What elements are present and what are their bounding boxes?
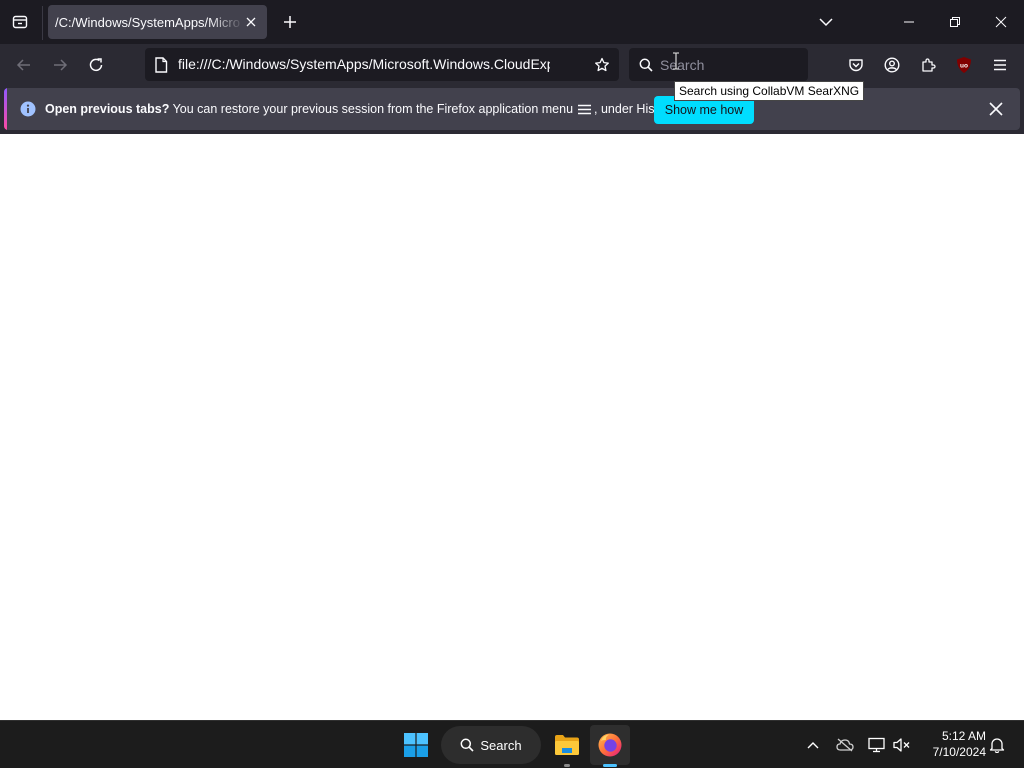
menu-icon: [994, 59, 1006, 71]
taskbar-firefox[interactable]: [590, 725, 630, 767]
windows-start-icon: [404, 733, 428, 757]
reload-icon: [89, 58, 103, 72]
notification-text: You can restore your previous session fr…: [169, 102, 574, 116]
tab-strip: /C:/Windows/SystemApps/Microsoft.Windows…: [0, 0, 1024, 44]
url-text[interactable]: file:///C:/Windows/SystemApps/Microsoft.…: [178, 56, 550, 72]
restore-window-button[interactable]: [932, 0, 978, 44]
extensions-icon: [922, 58, 936, 72]
onedrive-button[interactable]: [835, 735, 855, 755]
text-cursor-icon: [673, 52, 679, 70]
system-clock[interactable]: 5:12 AM 7/10/2024: [918, 728, 986, 760]
chevron-up-icon: [807, 742, 819, 749]
ublock-badge-text: uo: [960, 63, 968, 70]
search-tooltip: Search using CollabVM SearXNG: [674, 81, 865, 101]
close-icon: [989, 102, 1003, 116]
account-icon: [884, 57, 900, 73]
notification-bell-icon: [989, 738, 1005, 753]
file-explorer-icon: [555, 735, 579, 755]
cloud-offline-icon: [836, 738, 854, 752]
reload-button[interactable]: [83, 52, 109, 78]
navigation-toolbar: file:///C:/Windows/SystemApps/Microsoft.…: [0, 44, 1024, 86]
search-icon: [460, 738, 474, 752]
close-notification-button[interactable]: [986, 99, 1006, 119]
close-tab-button[interactable]: [243, 14, 259, 30]
firefox-active-indicator: [603, 764, 617, 767]
volume-button[interactable]: [892, 735, 912, 755]
bookmark-button[interactable]: [592, 55, 612, 75]
notification-accent-bar: [4, 88, 7, 130]
close-icon: [995, 16, 1007, 28]
clock-time: 5:12 AM: [941, 729, 986, 743]
restore-session-notification: Open previous tabs? You can restore your…: [4, 88, 1020, 130]
url-bar[interactable]: file:///C:/Windows/SystemApps/Microsoft.…: [145, 48, 619, 81]
back-button[interactable]: [11, 52, 37, 78]
page-icon: [155, 57, 168, 73]
notification-message: Open previous tabs? You can restore your…: [45, 102, 678, 116]
search-input[interactable]: Search: [660, 57, 704, 73]
taskbar-search-label: Search: [480, 737, 522, 753]
ublock-origin-button[interactable]: uo: [951, 52, 977, 78]
tabs-overflow-button[interactable]: [815, 12, 837, 32]
explorer-running-indicator: [564, 764, 570, 767]
pocket-button[interactable]: [843, 52, 869, 78]
minimize-window-button[interactable]: [886, 0, 932, 44]
search-icon: [639, 58, 653, 72]
forward-button[interactable]: [47, 52, 73, 78]
ublock-icon: uo: [957, 57, 971, 73]
taskbar-search-button[interactable]: Search: [441, 726, 541, 764]
close-window-button[interactable]: [978, 0, 1024, 44]
tab-list-icon: [12, 15, 28, 29]
volume-muted-icon: [893, 738, 910, 752]
show-hidden-icons-button[interactable]: [803, 735, 823, 755]
bookmark-star-icon: [595, 57, 609, 72]
notification-center-button[interactable]: [987, 735, 1007, 755]
minimize-icon: [904, 21, 914, 23]
network-icon: [868, 737, 885, 753]
chevron-down-icon: [819, 18, 833, 27]
restore-icon: [950, 17, 960, 27]
extensions-button[interactable]: [915, 52, 941, 78]
taskbar: Search 5:12 AM 7/10/2024: [0, 720, 1024, 768]
taskbar-file-explorer[interactable]: [548, 725, 586, 767]
tab-separator: [42, 6, 43, 40]
notification-bold-text: Open previous tabs?: [45, 102, 170, 116]
app-menu-button[interactable]: [987, 52, 1013, 78]
close-icon: [246, 17, 256, 27]
search-bar[interactable]: Search: [629, 48, 808, 81]
url-fade: [549, 50, 579, 79]
hamburger-icon: [578, 104, 592, 115]
list-all-tabs-button[interactable]: [8, 10, 32, 34]
forward-arrow-icon: [54, 59, 68, 71]
page-content[interactable]: [0, 134, 1024, 720]
start-button[interactable]: [398, 727, 434, 763]
plus-icon: [284, 16, 296, 28]
network-status-button[interactable]: [867, 735, 887, 755]
account-button[interactable]: [879, 52, 905, 78]
tab-title-fade: [208, 7, 244, 37]
back-arrow-icon: [16, 59, 30, 71]
new-tab-button[interactable]: [280, 11, 300, 33]
info-icon: [20, 101, 36, 117]
pocket-icon: [849, 59, 863, 72]
clock-date: 7/10/2024: [932, 745, 986, 759]
notification-area: Open previous tabs? You can restore your…: [0, 86, 1024, 134]
firefox-icon: [598, 733, 622, 757]
active-tab[interactable]: /C:/Windows/SystemApps/Microsoft.Windows…: [48, 5, 267, 39]
